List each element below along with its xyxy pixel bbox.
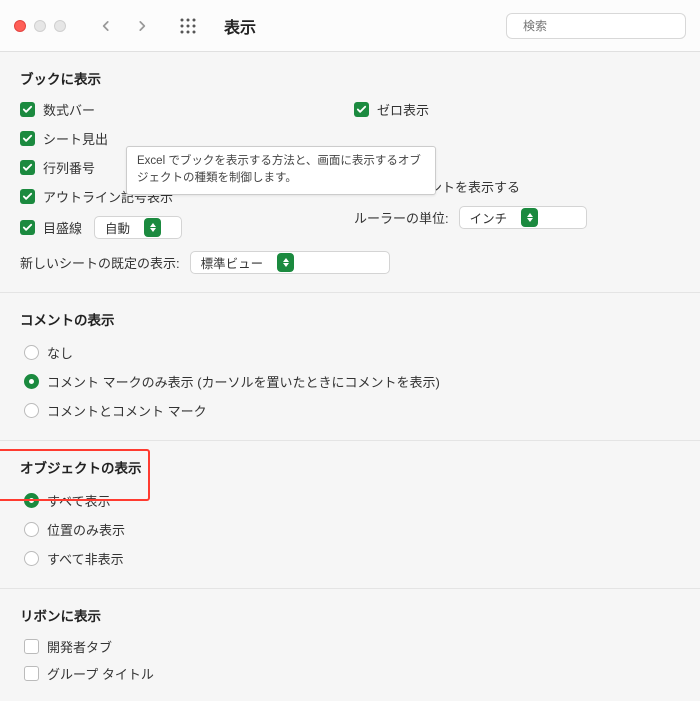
check-icon	[24, 666, 39, 681]
traffic-lights	[14, 20, 66, 32]
check-icon	[354, 102, 369, 117]
check-icon	[20, 160, 35, 175]
section-comments: コメントの表示 なし コメント マークのみ表示 (カーソルを置いたときにコメント…	[0, 293, 700, 441]
radio-icon	[24, 522, 39, 537]
content-area: ブックに表示 数式バー シート見出 行列番号 アウトライン記号表示	[0, 52, 700, 701]
back-button[interactable]	[92, 12, 120, 40]
section-book: ブックに表示 数式バー シート見出 行列番号 アウトライン記号表示	[0, 52, 700, 293]
radio-icon	[24, 345, 39, 360]
chevron-left-icon	[99, 19, 113, 33]
checkbox-label: シート見出	[43, 129, 108, 148]
window-zoom-button[interactable]	[54, 20, 66, 32]
radio-icon	[24, 374, 39, 389]
section-title-objects: オブジェクトの表示	[20, 457, 680, 477]
window-minimize-button[interactable]	[34, 20, 46, 32]
forward-button[interactable]	[128, 12, 156, 40]
radio-label: すべて非表示	[47, 549, 124, 568]
ruler-units-label: ルーラーの単位:	[354, 208, 449, 227]
show-all-prefs-button[interactable]	[174, 12, 202, 40]
up-down-arrows-icon	[521, 208, 538, 227]
section-ribbon: リボンに表示 開発者タブ グループ タイトル	[0, 589, 700, 701]
new-sheet-default-select[interactable]: 標準ビュー	[190, 251, 390, 274]
check-icon	[20, 220, 35, 235]
checkbox-label: グループ タイトル	[47, 664, 154, 683]
checkbox-developer-tab[interactable]: 開発者タブ	[24, 637, 680, 656]
tooltip: Excel でブックを表示する方法と、画面に表示するオブジェクトの種類を制御しま…	[126, 146, 436, 195]
radio-label: 位置のみ表示	[47, 520, 125, 539]
titlebar: 表示	[0, 0, 700, 52]
ruler-units-select[interactable]: インチ	[459, 206, 587, 229]
search-input[interactable]	[523, 19, 678, 33]
radio-label: コメントとコメント マーク	[47, 401, 207, 420]
chevron-right-icon	[135, 19, 149, 33]
check-icon	[20, 189, 35, 204]
checkbox-label: 数式バー	[43, 100, 95, 119]
radio-objects-hide-all[interactable]: すべて非表示	[24, 547, 680, 570]
radio-comments-and-marks[interactable]: コメントとコメント マーク	[24, 399, 680, 422]
grid-icon	[179, 17, 197, 35]
radio-comments-marks-only[interactable]: コメント マークのみ表示 (カーソルを置いたときにコメントを表示)	[24, 370, 680, 393]
section-title-ribbon: リボンに表示	[20, 605, 680, 625]
radio-comments-none[interactable]: なし	[24, 341, 680, 364]
checkbox-label: 目盛線	[43, 218, 82, 237]
window-close-button[interactable]	[14, 20, 26, 32]
radio-objects-show-all[interactable]: すべて表示	[24, 489, 680, 512]
radio-icon	[24, 493, 39, 508]
checkbox-group-titles[interactable]: グループ タイトル	[24, 664, 680, 683]
section-objects: オブジェクトの表示 すべて表示 位置のみ表示 すべて非表示	[0, 441, 700, 589]
radio-objects-placeholders[interactable]: 位置のみ表示	[24, 518, 680, 541]
up-down-arrows-icon	[144, 218, 161, 237]
new-sheet-default-label: 新しいシートの既定の表示:	[20, 253, 180, 272]
checkbox-gridlines[interactable]: 目盛線 自動	[20, 216, 346, 239]
radio-icon	[24, 403, 39, 418]
radio-label: コメント マークのみ表示 (カーソルを置いたときにコメントを表示)	[47, 372, 440, 391]
checkbox-label: ゼロ表示	[377, 100, 429, 119]
radio-icon	[24, 551, 39, 566]
checkbox-zero-values[interactable]: ゼロ表示	[354, 100, 680, 119]
checkbox-label: 開発者タブ	[47, 637, 112, 656]
radio-label: なし	[47, 343, 73, 362]
gridlines-color-select[interactable]: 自動	[94, 216, 182, 239]
radio-label: すべて表示	[47, 491, 111, 510]
select-value: インチ	[470, 208, 508, 227]
checkbox-formula-bar[interactable]: 数式バー	[20, 100, 346, 119]
check-icon	[20, 102, 35, 117]
section-title-comments: コメントの表示	[20, 309, 680, 329]
up-down-arrows-icon	[277, 253, 294, 272]
check-icon	[24, 639, 39, 654]
select-value: 自動	[105, 218, 130, 237]
section-title-book: ブックに表示	[20, 68, 680, 88]
select-value: 標準ビュー	[201, 253, 264, 272]
search-field-wrap[interactable]	[506, 13, 686, 39]
check-icon	[20, 131, 35, 146]
checkbox-label: 行列番号	[43, 158, 95, 177]
page-title: 表示	[224, 14, 256, 38]
